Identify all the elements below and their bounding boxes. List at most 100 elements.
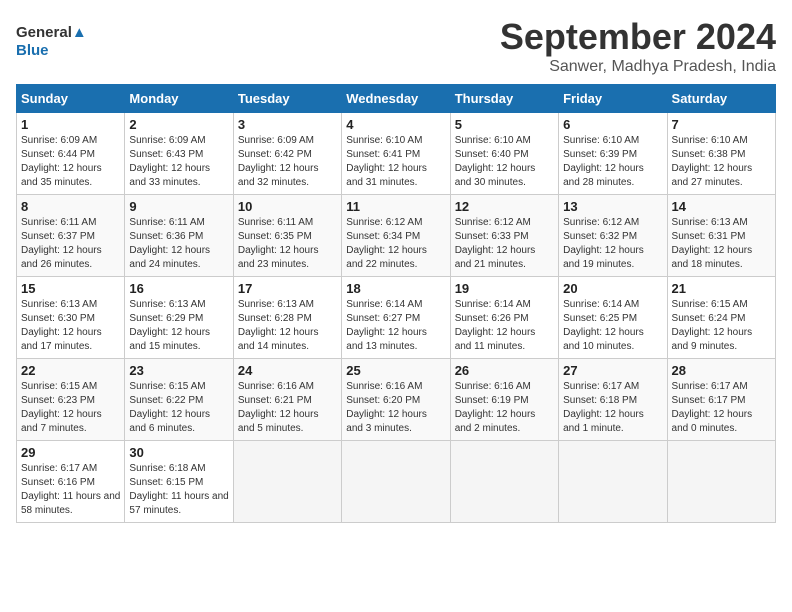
day-info: Sunrise: 6:09 AM Sunset: 6:44 PM Dayligh…	[21, 134, 120, 190]
day-info: Sunrise: 6:14 AM Sunset: 6:27 PM Dayligh…	[346, 298, 445, 354]
calendar-cell: 3 Sunrise: 6:09 AM Sunset: 6:42 PM Dayli…	[233, 113, 341, 195]
day-info: Sunrise: 6:16 AM Sunset: 6:20 PM Dayligh…	[346, 380, 445, 436]
calendar-cell: 14 Sunrise: 6:13 AM Sunset: 6:31 PM Dayl…	[667, 195, 775, 277]
day-number: 17	[238, 281, 337, 296]
day-info: Sunrise: 6:11 AM Sunset: 6:37 PM Dayligh…	[21, 216, 120, 272]
day-number: 3	[238, 117, 337, 132]
day-info: Sunrise: 6:13 AM Sunset: 6:31 PM Dayligh…	[672, 216, 771, 272]
day-number: 8	[21, 199, 120, 214]
day-info: Sunrise: 6:18 AM Sunset: 6:15 PM Dayligh…	[129, 462, 228, 518]
calendar-cell: 15 Sunrise: 6:13 AM Sunset: 6:30 PM Dayl…	[17, 277, 125, 359]
calendar-cell: 4 Sunrise: 6:10 AM Sunset: 6:41 PM Dayli…	[342, 113, 450, 195]
calendar-cell: 6 Sunrise: 6:10 AM Sunset: 6:39 PM Dayli…	[559, 113, 667, 195]
calendar-cell: 10 Sunrise: 6:11 AM Sunset: 6:35 PM Dayl…	[233, 195, 341, 277]
day-number: 4	[346, 117, 445, 132]
title-area: September 2024 Sanwer, Madhya Pradesh, I…	[500, 16, 776, 76]
location-title: Sanwer, Madhya Pradesh, India	[500, 58, 776, 76]
calendar-cell: 28 Sunrise: 6:17 AM Sunset: 6:17 PM Dayl…	[667, 359, 775, 441]
day-number: 12	[455, 199, 554, 214]
weekday-header-wednesday: Wednesday	[342, 85, 450, 113]
calendar-cell: 8 Sunrise: 6:11 AM Sunset: 6:37 PM Dayli…	[17, 195, 125, 277]
day-number: 15	[21, 281, 120, 296]
day-info: Sunrise: 6:14 AM Sunset: 6:26 PM Dayligh…	[455, 298, 554, 354]
calendar-cell: 27 Sunrise: 6:17 AM Sunset: 6:18 PM Dayl…	[559, 359, 667, 441]
day-number: 11	[346, 199, 445, 214]
day-number: 28	[672, 363, 771, 378]
calendar-cell: 23 Sunrise: 6:15 AM Sunset: 6:22 PM Dayl…	[125, 359, 233, 441]
calendar-cell: 7 Sunrise: 6:10 AM Sunset: 6:38 PM Dayli…	[667, 113, 775, 195]
month-title: September 2024	[500, 16, 776, 58]
day-number: 20	[563, 281, 662, 296]
day-number: 19	[455, 281, 554, 296]
weekday-header-monday: Monday	[125, 85, 233, 113]
day-number: 10	[238, 199, 337, 214]
day-info: Sunrise: 6:15 AM Sunset: 6:24 PM Dayligh…	[672, 298, 771, 354]
day-info: Sunrise: 6:15 AM Sunset: 6:22 PM Dayligh…	[129, 380, 228, 436]
day-number: 5	[455, 117, 554, 132]
day-info: Sunrise: 6:12 AM Sunset: 6:34 PM Dayligh…	[346, 216, 445, 272]
day-info: Sunrise: 6:12 AM Sunset: 6:32 PM Dayligh…	[563, 216, 662, 272]
calendar-cell	[450, 441, 558, 523]
day-info: Sunrise: 6:13 AM Sunset: 6:28 PM Dayligh…	[238, 298, 337, 354]
day-number: 29	[21, 445, 120, 460]
day-info: Sunrise: 6:10 AM Sunset: 6:39 PM Dayligh…	[563, 134, 662, 190]
day-number: 21	[672, 281, 771, 296]
calendar-cell: 24 Sunrise: 6:16 AM Sunset: 6:21 PM Dayl…	[233, 359, 341, 441]
day-number: 7	[672, 117, 771, 132]
day-number: 16	[129, 281, 228, 296]
day-number: 9	[129, 199, 228, 214]
day-info: Sunrise: 6:15 AM Sunset: 6:23 PM Dayligh…	[21, 380, 120, 436]
calendar-table: SundayMondayTuesdayWednesdayThursdayFrid…	[16, 84, 776, 523]
day-number: 1	[21, 117, 120, 132]
calendar-cell: 19 Sunrise: 6:14 AM Sunset: 6:26 PM Dayl…	[450, 277, 558, 359]
calendar-cell: 11 Sunrise: 6:12 AM Sunset: 6:34 PM Dayl…	[342, 195, 450, 277]
calendar-cell: 26 Sunrise: 6:16 AM Sunset: 6:19 PM Dayl…	[450, 359, 558, 441]
day-info: Sunrise: 6:11 AM Sunset: 6:36 PM Dayligh…	[129, 216, 228, 272]
weekday-header-tuesday: Tuesday	[233, 85, 341, 113]
day-number: 27	[563, 363, 662, 378]
day-info: Sunrise: 6:10 AM Sunset: 6:38 PM Dayligh…	[672, 134, 771, 190]
day-info: Sunrise: 6:16 AM Sunset: 6:19 PM Dayligh…	[455, 380, 554, 436]
day-info: Sunrise: 6:13 AM Sunset: 6:30 PM Dayligh…	[21, 298, 120, 354]
day-info: Sunrise: 6:10 AM Sunset: 6:41 PM Dayligh…	[346, 134, 445, 190]
day-info: Sunrise: 6:09 AM Sunset: 6:42 PM Dayligh…	[238, 134, 337, 190]
calendar-cell	[233, 441, 341, 523]
calendar-cell: 29 Sunrise: 6:17 AM Sunset: 6:16 PM Dayl…	[17, 441, 125, 523]
calendar-cell	[342, 441, 450, 523]
day-info: Sunrise: 6:16 AM Sunset: 6:21 PM Dayligh…	[238, 380, 337, 436]
calendar-cell: 5 Sunrise: 6:10 AM Sunset: 6:40 PM Dayli…	[450, 113, 558, 195]
page-header: General▲ Blue September 2024 Sanwer, Mad…	[16, 16, 776, 76]
day-info: Sunrise: 6:17 AM Sunset: 6:18 PM Dayligh…	[563, 380, 662, 436]
weekday-header-saturday: Saturday	[667, 85, 775, 113]
day-info: Sunrise: 6:11 AM Sunset: 6:35 PM Dayligh…	[238, 216, 337, 272]
weekday-header-sunday: Sunday	[17, 85, 125, 113]
calendar-cell: 21 Sunrise: 6:15 AM Sunset: 6:24 PM Dayl…	[667, 277, 775, 359]
day-number: 23	[129, 363, 228, 378]
calendar-cell: 9 Sunrise: 6:11 AM Sunset: 6:36 PM Dayli…	[125, 195, 233, 277]
day-number: 26	[455, 363, 554, 378]
day-number: 6	[563, 117, 662, 132]
calendar-cell: 25 Sunrise: 6:16 AM Sunset: 6:20 PM Dayl…	[342, 359, 450, 441]
calendar-cell: 16 Sunrise: 6:13 AM Sunset: 6:29 PM Dayl…	[125, 277, 233, 359]
day-info: Sunrise: 6:12 AM Sunset: 6:33 PM Dayligh…	[455, 216, 554, 272]
calendar-cell: 20 Sunrise: 6:14 AM Sunset: 6:25 PM Dayl…	[559, 277, 667, 359]
day-info: Sunrise: 6:09 AM Sunset: 6:43 PM Dayligh…	[129, 134, 228, 190]
calendar-cell: 18 Sunrise: 6:14 AM Sunset: 6:27 PM Dayl…	[342, 277, 450, 359]
day-info: Sunrise: 6:17 AM Sunset: 6:17 PM Dayligh…	[672, 380, 771, 436]
day-number: 2	[129, 117, 228, 132]
day-number: 24	[238, 363, 337, 378]
day-number: 25	[346, 363, 445, 378]
day-number: 22	[21, 363, 120, 378]
day-info: Sunrise: 6:10 AM Sunset: 6:40 PM Dayligh…	[455, 134, 554, 190]
day-number: 14	[672, 199, 771, 214]
day-number: 18	[346, 281, 445, 296]
day-number: 30	[129, 445, 228, 460]
calendar-cell: 12 Sunrise: 6:12 AM Sunset: 6:33 PM Dayl…	[450, 195, 558, 277]
logo: General▲ Blue	[16, 24, 87, 60]
calendar-cell: 22 Sunrise: 6:15 AM Sunset: 6:23 PM Dayl…	[17, 359, 125, 441]
day-number: 13	[563, 199, 662, 214]
calendar-cell: 30 Sunrise: 6:18 AM Sunset: 6:15 PM Dayl…	[125, 441, 233, 523]
calendar-cell: 2 Sunrise: 6:09 AM Sunset: 6:43 PM Dayli…	[125, 113, 233, 195]
weekday-header-thursday: Thursday	[450, 85, 558, 113]
weekday-header-friday: Friday	[559, 85, 667, 113]
